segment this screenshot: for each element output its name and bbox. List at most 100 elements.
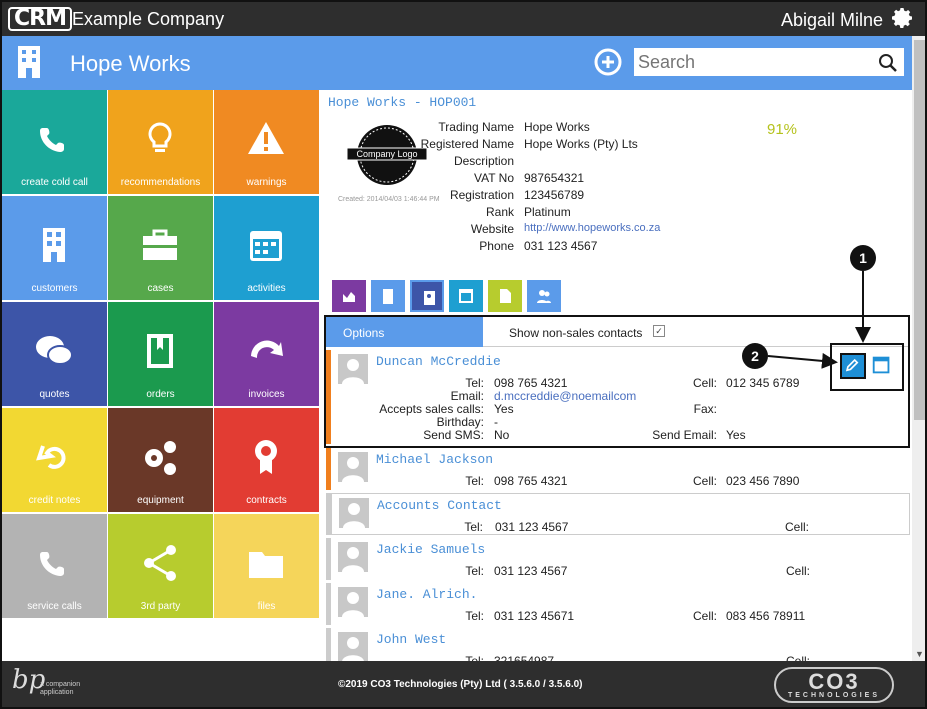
field-label: Phone — [479, 239, 514, 253]
tab-building[interactable] — [371, 280, 405, 312]
contact-name[interactable]: Accounts Contact — [377, 498, 502, 513]
search-icon[interactable] — [878, 53, 898, 73]
contact-bar — [326, 350, 331, 444]
tile-equipment[interactable]: equipment — [108, 408, 213, 512]
contact-card[interactable]: Michael Jackson Tel: 098 765 4321 Cell: 023 … — [326, 448, 910, 490]
contact-field: Birthday: — [436, 415, 484, 429]
tile-label: cases — [147, 283, 174, 294]
co3-logo: CO3 TECHNOLOGIES — [774, 667, 894, 703]
gear-icon[interactable] — [891, 6, 915, 30]
tile-credit-notes[interactable]: credit notes — [2, 408, 107, 512]
field-label: Website — [470, 222, 514, 236]
crm-logo[interactable]: CRM — [8, 7, 72, 31]
contact-field: 083 456 78911 — [726, 609, 806, 623]
avatar — [338, 452, 368, 482]
contact-field: Cell: — [692, 609, 717, 623]
footer: bp a companion application ©2019 CO3 Tec… — [2, 661, 925, 707]
contact-field: 012 345 6789 — [726, 376, 800, 390]
share-icon — [144, 545, 176, 581]
contact-card[interactable]: Accounts Contact Tel: 031 123 4567 Cell: — [326, 493, 910, 535]
contact-field: Tel: — [465, 474, 484, 488]
lightbulb-icon — [148, 122, 172, 152]
bp-tagline: a companion application — [40, 681, 81, 696]
tile-3rd-party[interactable]: 3rd party — [108, 514, 213, 618]
field-value[interactable]: http://www.hopeworks.co.za — [524, 222, 660, 234]
scroll-thumb[interactable] — [914, 40, 925, 420]
contact-field: Cell: — [785, 564, 810, 578]
pencil-icon — [845, 358, 859, 372]
contact-field: - — [494, 415, 498, 429]
contact-name[interactable]: Jane. Alrich. — [376, 587, 477, 602]
options-button[interactable]: Options — [326, 317, 483, 347]
contact-field: Send SMS: — [423, 428, 484, 442]
page-title: Hope Works — [70, 51, 191, 76]
tab-document[interactable] — [488, 280, 522, 312]
user-name[interactable]: Abigail Milne — [781, 10, 883, 31]
field-value: Hope Works — [524, 120, 590, 134]
tab-chart[interactable] — [332, 280, 366, 312]
contact-bar — [326, 538, 331, 580]
callout-2: 2 — [742, 343, 768, 369]
search-input[interactable] — [634, 48, 904, 76]
contact-field: 031 123 45671 — [494, 609, 575, 623]
non-sales-label: Show non-sales contacts — [509, 326, 643, 340]
contact-bar — [326, 448, 331, 490]
edit-contact-button[interactable] — [840, 353, 866, 379]
chart-icon — [342, 292, 356, 303]
add-icon[interactable] — [594, 48, 622, 76]
building-icon — [43, 228, 65, 262]
building-icon — [383, 289, 393, 304]
tab-people[interactable] — [527, 280, 561, 312]
contact-field: Send Email: — [652, 428, 717, 442]
calendar-contact-button[interactable] — [870, 353, 896, 379]
tile-label: quotes — [39, 389, 70, 400]
contact-email[interactable]: d.mccreddie@noemailcom — [494, 389, 636, 403]
tile-customers[interactable]: customers — [2, 196, 107, 300]
tile-label: credit notes — [28, 495, 81, 506]
tile-warnings[interactable]: warnings — [214, 90, 319, 194]
contact-actions — [830, 343, 904, 391]
tile-label: files — [257, 601, 276, 612]
contact-field: Tel: — [465, 564, 484, 578]
contact-field: 023 456 7890 — [726, 474, 800, 488]
contact-name[interactable]: John West — [376, 632, 446, 647]
scrollbar[interactable]: ▲ ▼ — [912, 36, 925, 661]
warning-icon — [248, 122, 284, 154]
contact-name[interactable]: Michael Jackson — [376, 452, 493, 467]
completion-percent: 91% — [767, 121, 798, 138]
tile-label: create cold call — [21, 177, 88, 188]
tile-invoices[interactable]: invoices — [214, 302, 319, 406]
tile-label: orders — [146, 389, 175, 400]
avatar — [338, 632, 368, 662]
contact-card[interactable]: Duncan McCreddie Tel: 098 765 4321 Cell: 012… — [326, 350, 910, 444]
scroll-down-icon[interactable]: ▼ — [915, 649, 924, 659]
tile-files[interactable]: files — [214, 514, 319, 618]
tile-label: equipment — [137, 495, 184, 506]
contact-field: Cell: — [784, 520, 809, 534]
contact-bar — [327, 494, 332, 534]
contact-name[interactable]: Jackie Samuels — [376, 542, 485, 557]
contact-name[interactable]: Duncan McCreddie — [376, 354, 501, 369]
tile-label: contracts — [246, 495, 287, 506]
tile-activities[interactable]: activities — [214, 196, 319, 300]
tile-label: recommendations — [120, 177, 201, 188]
field-label: Description — [453, 154, 514, 168]
arrow-redo-icon — [251, 340, 283, 358]
contact-card[interactable]: Jane. Alrich. Tel: 031 123 45671 Cell: 083 4… — [326, 583, 910, 625]
contact-field: Yes — [726, 428, 746, 442]
contact-card[interactable]: Jackie Samuels Tel: 031 123 4567 Cell: — [326, 538, 910, 580]
non-sales-checkbox[interactable]: ✓ — [653, 325, 665, 337]
phone-icon — [40, 128, 64, 152]
page-header: Hope Works — [2, 36, 912, 90]
briefcase-icon — [143, 229, 177, 260]
tile-service-calls[interactable]: service calls — [2, 514, 107, 618]
tab-calendar[interactable] — [449, 280, 483, 312]
tab-contacts[interactable] — [410, 280, 444, 312]
tile-recommendations[interactable]: recommendations — [108, 90, 213, 194]
tile-cases[interactable]: cases — [108, 196, 213, 300]
tile-create-cold-call[interactable]: create cold call — [2, 90, 107, 194]
tile-contracts[interactable]: contracts — [214, 408, 319, 512]
tile-quotes[interactable]: quotes — [2, 302, 107, 406]
contact-card[interactable]: John West Tel: 321654987 Cell: — [326, 628, 910, 662]
tile-orders[interactable]: orders — [108, 302, 213, 406]
